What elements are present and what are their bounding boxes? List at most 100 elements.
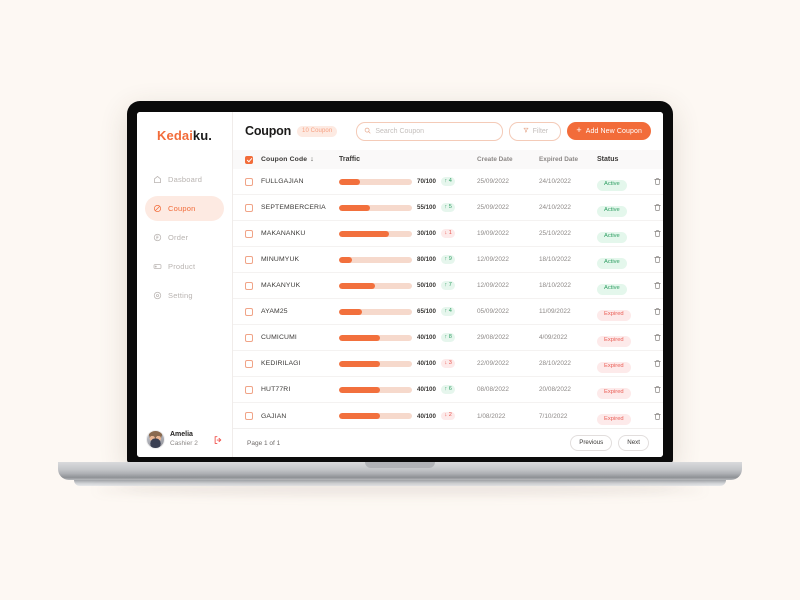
table-row[interactable]: GAJIAN 40/100 ↓ 2 1/08/2022 7/10/2022 Expired <box>233 403 663 428</box>
trash-icon[interactable] <box>653 281 662 290</box>
row-select-cell <box>245 203 261 212</box>
row-checkbox[interactable] <box>245 412 253 420</box>
cell-actions <box>653 307 663 316</box>
row-select-cell <box>245 229 261 238</box>
cell-status: Expired <box>597 354 653 373</box>
sidebar-item-setting[interactable]: Setting <box>145 283 224 308</box>
traffic-delta-badge: ↓ 3 <box>440 359 456 368</box>
column-header-coupon-code[interactable]: Coupon Code ↓ <box>261 156 339 163</box>
row-checkbox[interactable] <box>245 385 253 394</box>
traffic-value: 80/100 <box>417 256 436 263</box>
sidebar-item-dasboard[interactable]: Dasboard <box>145 167 224 192</box>
brand-part-1: Kedai <box>157 128 193 143</box>
user-profile[interactable]: Amelia Cashier 2 <box>137 430 232 449</box>
sidebar-item-order[interactable]: Order <box>145 225 224 250</box>
profile-role: Cashier 2 <box>170 439 198 447</box>
row-checkbox[interactable] <box>245 177 253 186</box>
table-row[interactable]: MINUMYUK 80/100 ↑ 9 12/09/2022 18/10/2022 Act… <box>233 247 663 273</box>
order-icon <box>153 233 162 242</box>
select-all-cell <box>245 155 261 164</box>
search-input[interactable]: Search Coupon <box>356 121 504 141</box>
add-new-coupon-button[interactable]: + Add New Coupon <box>567 122 651 140</box>
traffic-bar-fill <box>339 386 380 393</box>
traffic-value: 55/100 <box>417 204 436 211</box>
traffic-delta-badge: ↑ 4 <box>440 307 456 316</box>
row-select-cell <box>245 412 261 420</box>
cell-create-date: 1/08/2022 <box>477 412 506 420</box>
sidebar-item-coupon[interactable]: Coupon <box>145 196 224 221</box>
cell-status: Active <box>597 276 653 295</box>
traffic-delta-badge: ↓ 2 <box>440 411 456 421</box>
sort-descending-icon: ↓ <box>310 156 314 163</box>
row-checkbox[interactable] <box>245 333 253 342</box>
traffic-bar-track <box>339 256 412 263</box>
laptop-scene: Kedaiku. Dasboard Coupon Order Product S… <box>0 0 800 600</box>
product-icon <box>153 262 162 271</box>
trash-icon[interactable] <box>653 255 662 264</box>
row-checkbox[interactable] <box>245 307 253 316</box>
select-all-checkbox[interactable] <box>245 155 253 164</box>
table-row[interactable]: AYAM25 65/100 ↑ 4 05/09/2022 11/09/2022 Expir… <box>233 299 663 325</box>
status-badge: Expired <box>597 309 631 321</box>
cell-status: Active <box>597 198 653 217</box>
cell-expired-date: 20/08/2022 <box>539 386 571 393</box>
table-row[interactable]: CUMICUMI 40/100 ↑ 8 29/08/2022 4/09/2022 Expi… <box>233 325 663 351</box>
cell-actions <box>653 177 663 186</box>
table-row[interactable]: HUT77RI 40/100 ↑ 6 08/08/2022 20/08/2022 Expi… <box>233 377 663 403</box>
row-checkbox[interactable] <box>245 281 253 290</box>
row-select-cell <box>245 333 261 342</box>
trash-icon[interactable] <box>653 412 662 421</box>
sidebar-item-product[interactable]: Product <box>145 254 224 279</box>
row-select-cell <box>245 177 261 186</box>
table-row[interactable]: MAKANYUK 50/100 ↑ 7 12/09/2022 18/10/2022 Act… <box>233 273 663 299</box>
cell-status: Expired <box>597 380 653 399</box>
table-row[interactable]: SEPTEMBERCERIA 55/100 ↑ 5 25/09/2022 24/10/2… <box>233 195 663 221</box>
cell-expired-date: 25/10/2022 <box>539 230 571 237</box>
topbar: Coupon 10 Coupon Search Coupon Filter + … <box>233 112 663 150</box>
row-checkbox[interactable] <box>245 359 253 368</box>
traffic-value: 40/100 <box>417 360 436 367</box>
trash-icon[interactable] <box>653 385 662 394</box>
traffic-bar-fill <box>339 413 380 419</box>
filter-button[interactable]: Filter <box>509 121 562 141</box>
next-page-button[interactable]: Next <box>618 434 649 452</box>
status-badge: Expired <box>597 335 631 347</box>
previous-page-button[interactable]: Previous <box>570 434 613 452</box>
traffic-bar-track <box>339 282 412 289</box>
row-select-cell <box>245 307 261 316</box>
row-checkbox[interactable] <box>245 203 253 212</box>
trash-icon[interactable] <box>653 229 662 238</box>
row-checkbox[interactable] <box>245 229 253 238</box>
sidebar-item-label: Coupon <box>168 204 196 213</box>
sidebar-nav: Dasboard Coupon Order Product Setting <box>137 167 232 308</box>
table-row[interactable]: MAKANANKU 30/100 ↓ 1 19/09/2022 25/10/2022 Ac… <box>233 221 663 247</box>
trash-icon[interactable] <box>653 333 662 342</box>
trash-icon[interactable] <box>653 203 662 212</box>
traffic-bar-track <box>339 178 412 185</box>
trash-icon[interactable] <box>653 177 662 186</box>
cell-status: Active <box>597 172 653 191</box>
row-checkbox[interactable] <box>245 255 253 264</box>
logout-icon[interactable] <box>213 435 223 445</box>
traffic-bar-track <box>339 230 412 237</box>
cell-coupon-code: GAJIAN <box>261 412 287 420</box>
page-info: Page 1 of 1 <box>247 439 281 447</box>
cell-create-date: 29/08/2022 <box>477 334 509 341</box>
traffic-delta-badge: ↑ 5 <box>440 203 456 212</box>
table-row[interactable]: KEDIRILAGI 40/100 ↓ 3 22/09/2022 28/10/2022 E… <box>233 351 663 377</box>
profile-name: Amelia <box>170 431 193 439</box>
cell-create-date: 25/09/2022 <box>477 178 509 185</box>
filter-label: Filter <box>532 127 549 135</box>
cell-status: Active <box>597 224 653 243</box>
status-badge: Active <box>597 205 627 217</box>
traffic-bar-track <box>339 386 412 393</box>
settings-icon <box>153 291 162 300</box>
trash-icon[interactable] <box>653 307 662 316</box>
trash-icon[interactable] <box>653 359 662 368</box>
cell-expired-date: 11/09/2022 <box>539 308 571 315</box>
traffic-value: 40/100 <box>417 412 436 420</box>
cell-actions <box>653 203 663 212</box>
cell-status: Active <box>597 250 653 269</box>
table-row[interactable]: FULLGAJIAN 70/100 ↑ 4 25/09/2022 24/10/2022 A… <box>233 169 663 195</box>
row-select-cell <box>245 385 261 394</box>
